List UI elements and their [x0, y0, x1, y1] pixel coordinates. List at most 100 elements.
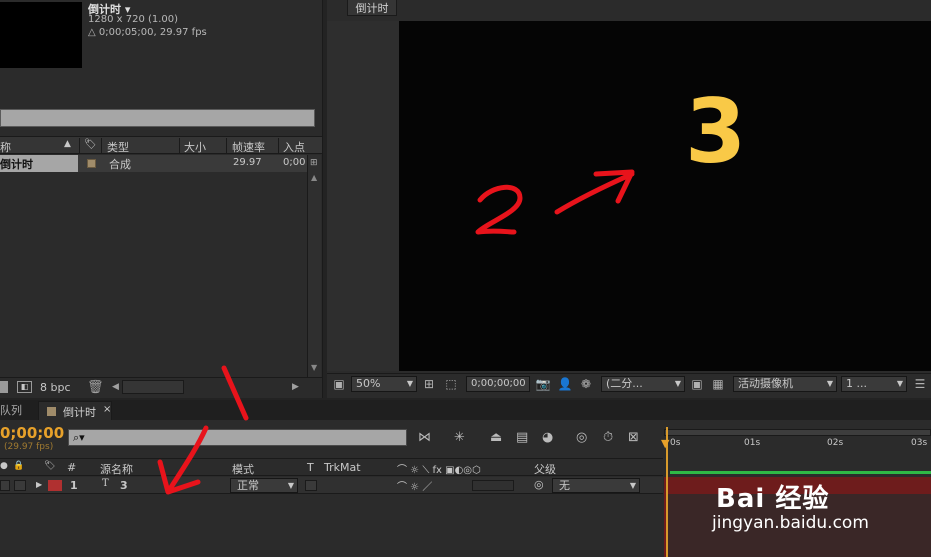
- column-trkmat[interactable]: TrkMat: [324, 461, 361, 474]
- motion-blur-icon[interactable]: ◕: [542, 430, 553, 445]
- views-dropdown[interactable]: 1 ... ▼: [841, 376, 907, 392]
- chevron-down-icon: ▼: [674, 379, 681, 388]
- column-type[interactable]: 类型: [107, 139, 129, 155]
- zoom-dropdown[interactable]: 50% ▼: [351, 376, 417, 392]
- search-icon: ⌕▾: [73, 431, 85, 444]
- label-tag-icon[interactable]: 🏷: [44, 461, 55, 471]
- composition-canvas[interactable]: [399, 21, 931, 371]
- interpret-footage-icon[interactable]: [0, 381, 8, 393]
- column-mode[interactable]: 模式: [232, 461, 254, 477]
- timeline-fps: (29.97 fps): [4, 442, 54, 452]
- render-queue-tab[interactable]: 队列: [0, 402, 22, 418]
- preserve-transparency-toggle[interactable]: [305, 480, 317, 491]
- always-preview-icon[interactable]: ▣: [331, 376, 347, 392]
- comp-mini-flowchart-icon[interactable]: ⋈: [418, 430, 431, 445]
- flowchart-icon[interactable]: ⊞: [310, 158, 318, 168]
- blend-mode-dropdown[interactable]: 正常 ▼: [230, 478, 298, 493]
- scroll-up-icon[interactable]: ▲: [311, 173, 317, 182]
- layer-number: 1: [70, 479, 78, 492]
- scroll-down-icon[interactable]: ▼: [311, 363, 317, 372]
- zoom-value: 50%: [356, 377, 381, 390]
- channels-icon[interactable]: ❁: [578, 376, 594, 392]
- sort-arrow-icon[interactable]: ▲: [64, 139, 71, 149]
- video-toggle[interactable]: [0, 480, 10, 491]
- region-of-interest-icon[interactable]: ⬚: [443, 376, 459, 392]
- project-search-input[interactable]: [0, 109, 315, 127]
- auto-keyframe-icon[interactable]: ⏱: [603, 430, 613, 445]
- chevron-down-icon: ▼: [896, 379, 903, 388]
- bit-depth-button[interactable]: 8 bpc: [40, 381, 71, 394]
- column-name[interactable]: 称: [0, 139, 11, 155]
- close-icon[interactable]: ×: [103, 404, 111, 415]
- camera-dropdown[interactable]: 活动摄像机 ▼: [733, 376, 837, 392]
- viewer-timecode[interactable]: 0;00;00;00: [466, 376, 530, 392]
- column-parent[interactable]: 父级: [534, 461, 556, 477]
- text-layer-icon: T: [102, 478, 109, 489]
- pickwhip-icon[interactable]: ◎: [534, 478, 544, 491]
- ruler-tick-1: 01s: [744, 438, 761, 448]
- column-fps[interactable]: 帧速率: [232, 139, 265, 155]
- timeline-timecode[interactable]: 0;00;00: [0, 424, 64, 442]
- watermark-logo: Bai 经验: [716, 484, 830, 514]
- blend-mode-value: 正常: [237, 479, 259, 492]
- new-folder-icon[interactable]: ◧: [17, 381, 32, 393]
- resolution-dropdown[interactable]: (二分... ▼: [601, 376, 685, 392]
- transparency-grid-icon[interactable]: ▦: [710, 376, 726, 392]
- canvas-text-layer[interactable]: 3: [685, 88, 746, 176]
- show-snapshot-icon[interactable]: 👤: [557, 376, 573, 392]
- project-horizontal-scrollbar[interactable]: [122, 380, 184, 394]
- fast-preview-icon[interactable]: ▣: [689, 376, 705, 392]
- graph-editor-icon[interactable]: ⊠: [628, 430, 639, 445]
- parent-value: 无: [559, 479, 570, 492]
- layer-column-header: ● 🔒 🏷 # 源名称 模式 T TrkMat ⌒ ☼ ⟍ fx ▣◐◎⬡ 父级: [0, 458, 663, 476]
- safe-zones-icon[interactable]: ⊞: [421, 376, 437, 392]
- lock-icon[interactable]: 🔒: [13, 461, 24, 471]
- timeline-tab-bar: [0, 400, 931, 420]
- playhead-marker-icon[interactable]: ▼: [661, 437, 669, 450]
- work-area-bar[interactable]: [670, 471, 931, 474]
- brainstorm-icon[interactable]: ◎: [576, 430, 587, 445]
- draft-3d-icon[interactable]: ✳: [454, 430, 465, 445]
- ruler-tick-2: 02s: [827, 438, 844, 448]
- scroll-right-icon[interactable]: ▶: [292, 382, 299, 392]
- frame-blending-icon[interactable]: ▤: [516, 430, 528, 445]
- label-tag-icon[interactable]: 🏷: [84, 139, 97, 150]
- project-comp-resolution: 1280 x 720 (1.00): [88, 14, 179, 25]
- column-size[interactable]: 大小: [184, 139, 206, 155]
- ruler-tick-3: 03s: [911, 438, 928, 448]
- snapshot-camera-icon[interactable]: 📷: [535, 376, 551, 392]
- expand-arrow-icon[interactable]: ▶: [36, 480, 42, 489]
- parent-dropdown[interactable]: 无 ▼: [552, 478, 640, 493]
- timeline-search-input[interactable]: ⌕▾: [68, 429, 407, 446]
- scroll-left-icon[interactable]: ◀: [112, 382, 119, 392]
- comp-thumbnail: [0, 2, 82, 68]
- layer-name[interactable]: 3: [120, 479, 128, 492]
- trash-icon[interactable]: 🗑: [87, 380, 104, 395]
- switches-icons[interactable]: ⌒ ☼ ⟍ fx ▣◐◎⬡: [397, 461, 481, 476]
- layer-row[interactable]: ▶ 1 T 3 正常 ▼ ⌒ ☼ ／ ◎ 无 ▼: [0, 477, 663, 494]
- viewer-comp-tab[interactable]: 倒计时: [347, 0, 397, 16]
- viewer-menu-icon[interactable]: ☰: [912, 376, 928, 392]
- item-type: 合成: [109, 158, 131, 171]
- project-vertical-scrollbar[interactable]: ⊞ ▲ ▼: [307, 155, 321, 377]
- column-in-point[interactable]: 入点: [283, 139, 305, 155]
- layer-switches-icons[interactable]: ⌒ ☼ ／: [397, 478, 432, 493]
- chevron-down-icon: ▼: [826, 379, 833, 388]
- camera-value: 活动摄像机: [738, 377, 793, 390]
- visibility-icon[interactable]: ●: [0, 461, 8, 471]
- label-color-swatch[interactable]: [87, 159, 96, 168]
- timeline-comp-tab-label: 倒计时: [63, 406, 96, 419]
- layer-3d-switches[interactable]: [472, 480, 514, 491]
- watermark-url: jingyan.baidu.com: [712, 513, 869, 533]
- column-layer-number[interactable]: #: [67, 461, 76, 474]
- lock-toggle[interactable]: [14, 480, 26, 491]
- layer-label-color[interactable]: [48, 480, 62, 491]
- project-item-name[interactable]: 倒计时: [0, 155, 78, 172]
- time-navigator-bar[interactable]: [664, 429, 931, 436]
- column-source-name[interactable]: 源名称: [100, 461, 133, 477]
- hide-shy-layers-icon[interactable]: ⏏: [490, 430, 502, 445]
- chevron-down-icon: ▼: [406, 379, 413, 388]
- chevron-down-icon: ▼: [287, 481, 294, 490]
- column-preserve-transparency[interactable]: T: [307, 461, 314, 474]
- timeline-comp-tab[interactable]: 倒计时 ×: [38, 401, 112, 420]
